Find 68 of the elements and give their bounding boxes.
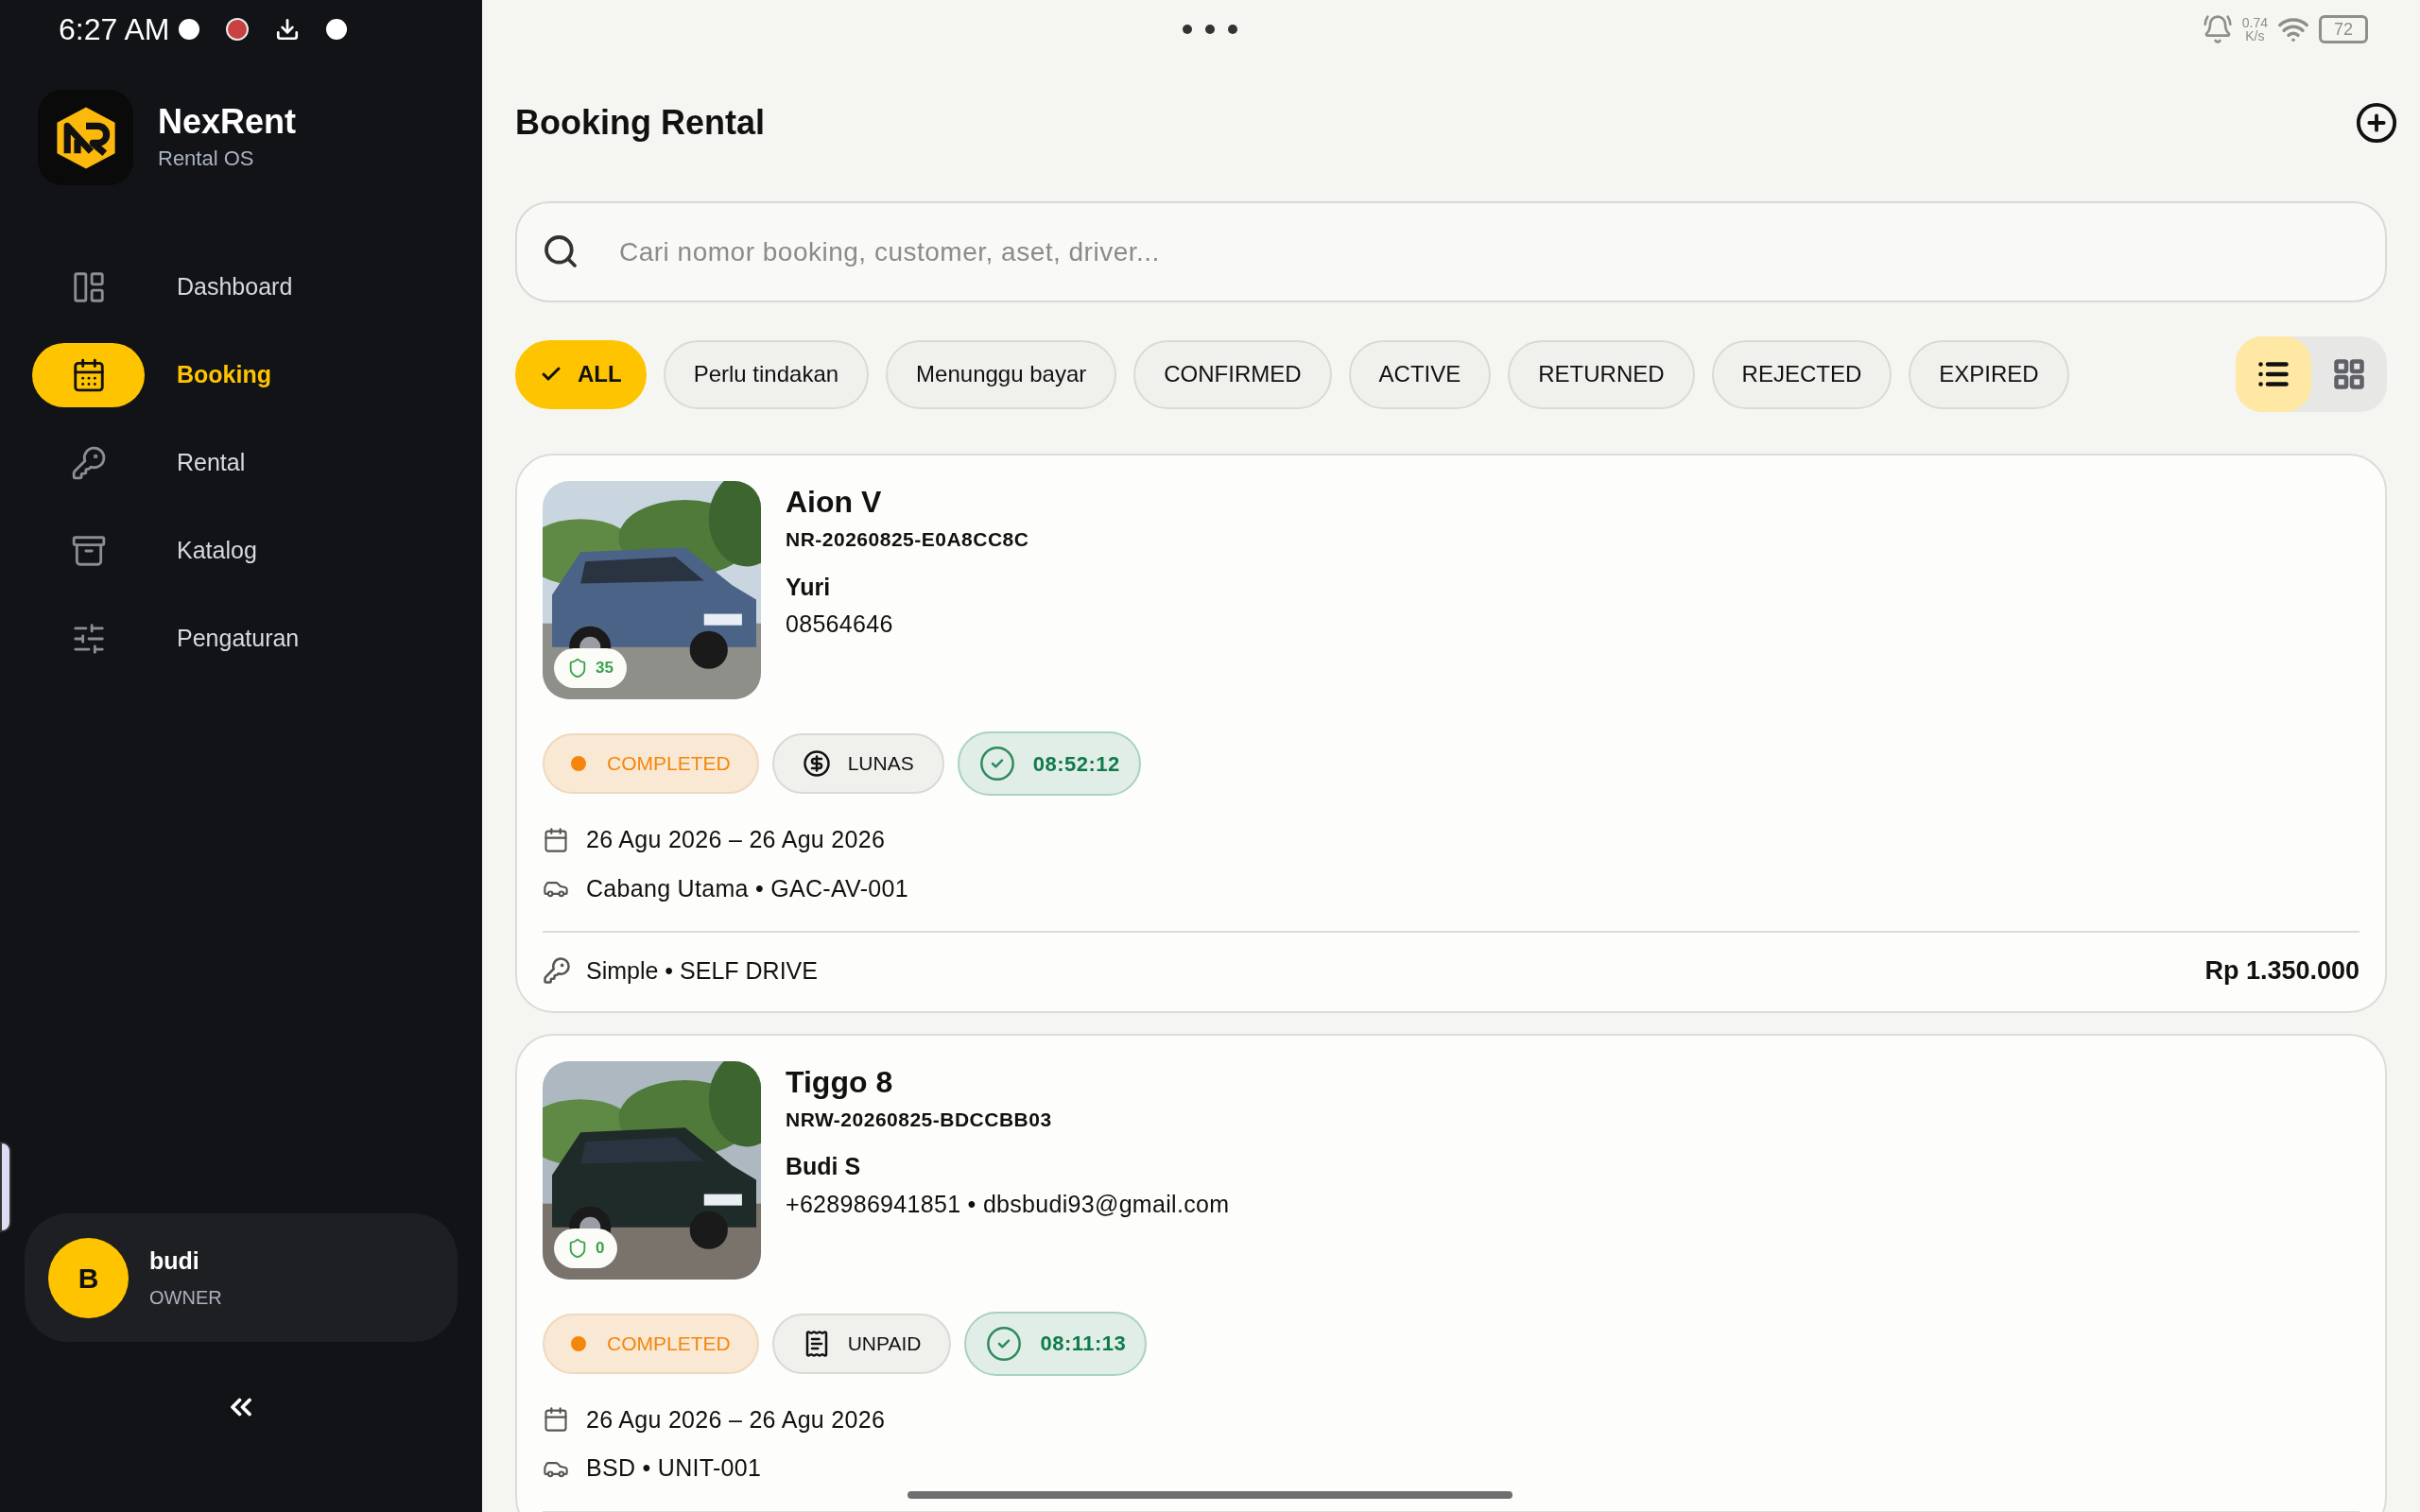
search-icon: [542, 232, 579, 270]
nav-item[interactable]: Dashboard: [0, 255, 482, 319]
brand-subtitle: Rental OS: [158, 146, 255, 172]
customer-contact: 08564646: [786, 610, 894, 639]
speed-unit: K/s: [2245, 29, 2265, 43]
page-title: Booking Rental: [515, 102, 765, 144]
download-icon: [275, 17, 301, 42]
filter-chip[interactable]: CONFIRMED: [1133, 339, 1332, 409]
booking-code: NR-20260825-E0A8CC8C: [786, 527, 1029, 552]
shield-icon: [567, 1237, 588, 1259]
payment-badge: UNPAID: [771, 1313, 952, 1374]
user-avatar: B: [48, 1237, 129, 1318]
shield-icon: [567, 658, 588, 679]
booking-card[interactable]: 0 Tiggo 8 NRW-20260825-BDCCBB03 Budi S +628986941851 • dbsbudi93@gmail.com COMPLETED UNPAID 08:11:13 26 Agu 2026 – 26 Agu 2026 BSD • UNIT-001: [515, 1033, 2387, 1512]
key-icon: [543, 956, 571, 986]
user-name: budi: [149, 1246, 200, 1277]
calendar-icon: [543, 1406, 569, 1434]
battery-indicator: 72: [2319, 15, 2368, 43]
archive-icon: [70, 533, 107, 569]
check-circle-icon: [985, 1324, 1024, 1363]
customer-name: Budi S: [786, 1152, 862, 1181]
side-handle-icon[interactable]: [0, 1142, 11, 1232]
filter-chip[interactable]: EXPIRED: [1909, 339, 2069, 409]
booking-dates: 26 Agu 2026 – 26 Agu 2026: [586, 1404, 886, 1435]
user-role: OWNER: [149, 1285, 222, 1310]
booking-location: BSD • UNIT-001: [586, 1453, 762, 1483]
dollar-icon: [802, 749, 831, 778]
booking-dates: 26 Agu 2026 – 26 Agu 2026: [586, 825, 886, 854]
speed-value: 0.74: [2241, 16, 2268, 29]
customer-contact: +628986941851 • dbsbudi93@gmail.com: [786, 1189, 1230, 1219]
nav-item[interactable]: Booking: [0, 343, 482, 407]
filter-chip[interactable]: RETURNED: [1508, 339, 1695, 409]
booking-code: NRW-20260825-BDCCBB03: [786, 1107, 1053, 1132]
filter-chip[interactable]: ALL: [515, 339, 647, 409]
customer-name: Yuri: [786, 572, 832, 602]
status-time: 6:27 AM: [59, 11, 170, 48]
timer-badge: 08:11:13: [964, 1311, 1148, 1376]
add-icon[interactable]: [2355, 101, 2398, 145]
search-field[interactable]: Cari nomor booking, customer, aset, driver...: [515, 201, 2387, 302]
calendar-icon: [543, 826, 569, 853]
vehicle-name: Tiggo 8: [786, 1063, 894, 1101]
grid-icon: [2332, 357, 2366, 391]
booking-price: Rp 1.350.000: [2204, 955, 2360, 987]
brand-name: NexRent: [158, 101, 297, 143]
booking-location: Cabang Utama • GAC-AV-001: [586, 873, 908, 903]
safety-score: 35: [596, 658, 614, 679]
nav-item[interactable]: Rental: [0, 431, 482, 495]
payment-badge: LUNAS: [771, 733, 944, 794]
app-notification-icon: [226, 18, 250, 41]
safety-score: 0: [596, 1237, 605, 1259]
key-icon: [70, 445, 107, 481]
bell-icon: [2202, 14, 2233, 44]
vehicle-name: Aion V: [786, 484, 883, 521]
filter-chip[interactable]: REJECTED: [1711, 339, 1893, 409]
check-circle-icon: [977, 745, 1016, 782]
filter-chip[interactable]: ACTIVE: [1348, 339, 1492, 409]
timer-badge: 08:52:12: [957, 731, 1141, 796]
nav-item[interactable]: Pengaturan: [0, 607, 482, 671]
status-badge: COMPLETED: [543, 1313, 759, 1374]
filter-chip[interactable]: Menunggu bayar: [886, 339, 1117, 409]
nav-item[interactable]: Katalog: [0, 519, 482, 583]
list-view-button[interactable]: [2236, 336, 2311, 412]
booking-card[interactable]: 35 Aion V NR-20260825-E0A8CC8C Yuri 08564646 COMPLETED LUNAS 08:52:12 26 Agu 2026 – 26 Agu 2026 Cabang Utama • GAC-AV-001 Simple • SELF DRIVE Rp 1.350.000: [515, 454, 2387, 1013]
more-dots-icon[interactable]: [1182, 24, 1238, 35]
filter-chip[interactable]: Perlu tindakan: [663, 339, 870, 409]
user-card[interactable]: B budi OWNER: [25, 1213, 458, 1342]
status-badge: COMPLETED: [543, 733, 759, 794]
rental-package: Simple • SELF DRIVE: [586, 955, 818, 986]
